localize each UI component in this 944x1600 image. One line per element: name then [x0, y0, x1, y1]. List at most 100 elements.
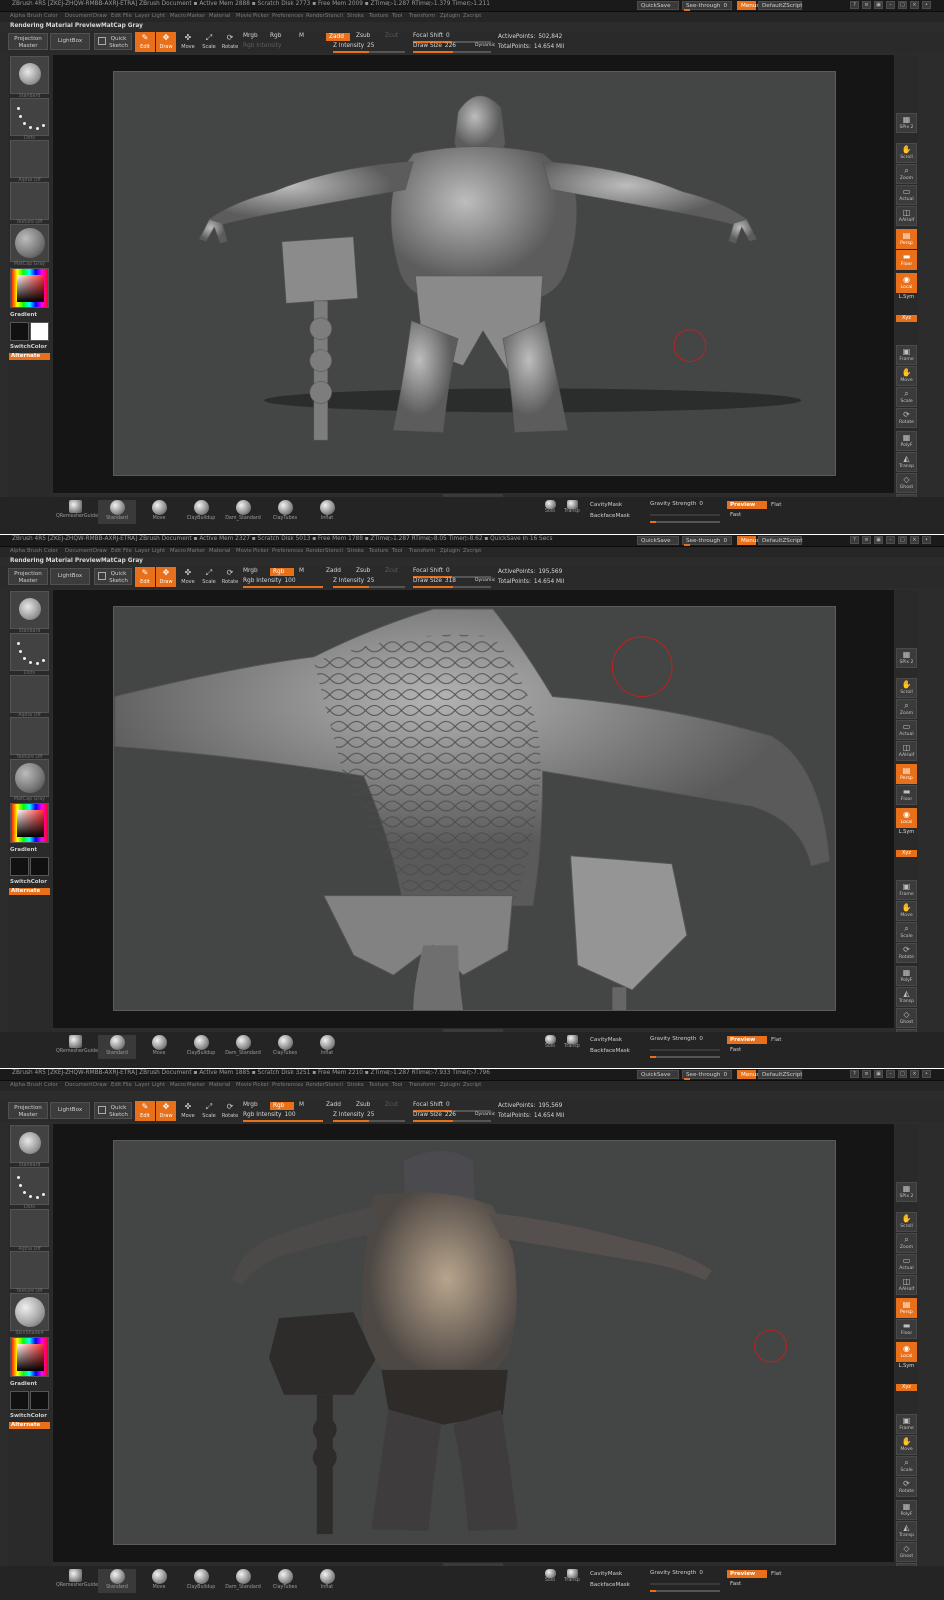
floor-button[interactable]: ▬ Floor	[896, 785, 917, 805]
color-saturation-square[interactable]	[17, 1344, 44, 1371]
zcut-toggle[interactable]: Zcut	[385, 1102, 398, 1108]
edit-button[interactable]: ✎ Edit	[135, 32, 155, 52]
persp-button[interactable]: ▤ Persp	[896, 764, 917, 784]
switch-color-button[interactable]: SwitchColor	[10, 1413, 47, 1419]
brush-thumbnail[interactable]	[10, 1125, 49, 1163]
brush-slot-standard[interactable]: Standard	[98, 1035, 136, 1059]
default-zscript-button[interactable]: DefaultZScript	[758, 1, 803, 10]
quick-sketch-button[interactable]: Quick Sketch	[94, 33, 132, 50]
menu-layer[interactable]: Layer	[135, 1082, 150, 1088]
preview-button[interactable]: Preview	[727, 1570, 767, 1578]
zsub-toggle[interactable]: Zsub	[356, 568, 370, 574]
brush-slot-dam-standard[interactable]: Dam_Standard	[224, 1035, 262, 1059]
move-button[interactable]: ✋ Move	[896, 901, 917, 921]
brush-thumbnail[interactable]	[10, 56, 49, 94]
secondary-color-swatch[interactable]	[30, 322, 49, 341]
solo-button[interactable]: Solo	[541, 500, 559, 524]
menu-draw[interactable]: Draw	[93, 548, 107, 554]
fast-button[interactable]: Fast	[730, 1047, 741, 1053]
pin-icon[interactable]: •	[922, 1070, 931, 1078]
draw-size-slider[interactable]: Draw Size 318	[413, 578, 456, 584]
color-saturation-square[interactable]	[17, 275, 44, 302]
scale-button[interactable]: ⌕ Scale	[896, 1456, 917, 1476]
solo-button[interactable]: Solo	[541, 1569, 559, 1593]
menu-marker[interactable]: Marker	[187, 13, 205, 19]
menu-stroke[interactable]: Stroke	[347, 13, 364, 19]
close-icon[interactable]: ×	[910, 536, 919, 544]
rgb-toggle[interactable]: Rgb	[270, 568, 294, 576]
preview-button[interactable]: Preview	[727, 501, 767, 509]
texture-thumbnail[interactable]	[10, 182, 49, 220]
fast-button[interactable]: Fast	[730, 1581, 741, 1587]
projection-master-button[interactable]: Projection Master	[8, 33, 48, 50]
brush-thumbnail[interactable]	[10, 591, 49, 629]
main-color-swatch[interactable]	[10, 322, 29, 341]
main-color-swatch[interactable]	[10, 1391, 29, 1410]
mrgb-toggle[interactable]: Mrgb	[243, 568, 258, 574]
menus-button[interactable]: Menus	[737, 1070, 759, 1079]
switch-color-button[interactable]: SwitchColor	[10, 344, 47, 350]
quick-sketch-button[interactable]: Quick Sketch	[94, 568, 132, 585]
brush-slot-claytubes[interactable]: ClayTubes	[266, 500, 304, 524]
menu-zscript[interactable]: Zscript	[463, 1082, 481, 1088]
m-toggle[interactable]: M	[299, 33, 304, 39]
menu-color[interactable]: Color	[44, 13, 58, 19]
menu-layer[interactable]: Layer	[135, 548, 150, 554]
flat-button[interactable]: Flat	[771, 502, 781, 508]
alternate-button[interactable]: Alternate	[9, 888, 50, 895]
backface-mask-toggle[interactable]: BackfaceMask	[590, 513, 630, 519]
gravity-strength-slider[interactable]: Gravity Strength 0	[650, 1570, 703, 1576]
brush-slot-move[interactable]: Move	[140, 1569, 178, 1593]
zoom-button[interactable]: ⌕ Zoom	[896, 1233, 917, 1253]
color-picker[interactable]	[10, 803, 49, 843]
scale-button[interactable]: ⌕ Scale	[896, 387, 917, 407]
zadd-toggle[interactable]: Zadd	[326, 568, 341, 574]
brush-slot-qremesherguides[interactable]: QRemesherGuides	[56, 1035, 101, 1059]
draw-button[interactable]: ✥ Draw	[156, 567, 176, 587]
draw-button[interactable]: ✥ Draw	[156, 1101, 176, 1121]
menu-document[interactable]: Document	[65, 548, 92, 554]
spix-button[interactable]: ▦ SPix 2	[896, 1182, 917, 1202]
rotate-button[interactable]: ⟳ Rotate	[896, 943, 917, 963]
scale-button[interactable]: ⤢ Scale	[199, 1101, 219, 1121]
brush-slot-move[interactable]: Move	[140, 500, 178, 524]
transp-button[interactable]: Transp	[561, 1035, 583, 1059]
fast-button[interactable]: Fast	[730, 512, 741, 518]
menu-stencil[interactable]: Stencil	[325, 13, 343, 19]
polyf-button[interactable]: ▦ PolyF	[896, 431, 917, 451]
default-zscript-button[interactable]: DefaultZScript	[758, 1070, 803, 1079]
menu-document[interactable]: Document	[65, 1082, 92, 1088]
menu-alpha[interactable]: Alpha	[10, 13, 25, 19]
cavity-mask-toggle[interactable]: CavityMask	[590, 502, 622, 508]
menu-preferences[interactable]: Preferences	[272, 548, 303, 554]
edit-button[interactable]: ✎ Edit	[135, 1101, 155, 1121]
ghost-button[interactable]: ◇ Ghost	[896, 473, 917, 493]
move-button[interactable]: ✋ Move	[896, 366, 917, 386]
scroll-button[interactable]: ✋ Scroll	[896, 1212, 917, 1232]
mrgb-toggle[interactable]: Mrgb	[243, 1102, 258, 1108]
menu-color[interactable]: Color	[44, 548, 58, 554]
menu-alpha[interactable]: Alpha	[10, 1082, 25, 1088]
menu-zplugin[interactable]: Zplugin	[440, 1082, 460, 1088]
transp-button[interactable]: ◭ Transp	[896, 1521, 917, 1541]
color-picker[interactable]	[10, 1337, 49, 1377]
maximize-icon[interactable]: □	[898, 1070, 907, 1078]
projection-master-button[interactable]: Projection Master	[8, 1102, 48, 1119]
menu-brush[interactable]: Brush	[27, 548, 42, 554]
zsub-toggle[interactable]: Zsub	[356, 1102, 370, 1108]
brush-slot-qremesherguides[interactable]: QRemesherGuides	[56, 500, 101, 524]
menu-zplugin[interactable]: Zplugin	[440, 13, 460, 19]
menu-file[interactable]: File	[123, 1082, 132, 1088]
menu-movie[interactable]: Movie	[236, 1082, 252, 1088]
rgb-intensity-slider[interactable]: Rgb Intensity	[243, 43, 284, 49]
menu-file[interactable]: File	[123, 13, 132, 19]
menus-button[interactable]: Menus	[737, 1, 759, 10]
menu-preferences[interactable]: Preferences	[272, 1082, 303, 1088]
menu-picker[interactable]: Picker	[253, 1082, 269, 1088]
scale-button[interactable]: ⤢ Scale	[199, 567, 219, 587]
lightbox-button[interactable]: LightBox	[50, 33, 90, 50]
menu-material[interactable]: Material	[209, 13, 231, 19]
pin-icon[interactable]: •	[922, 1, 931, 9]
move-button[interactable]: ✋ Move	[896, 1435, 917, 1455]
menu-movie[interactable]: Movie	[236, 548, 252, 554]
